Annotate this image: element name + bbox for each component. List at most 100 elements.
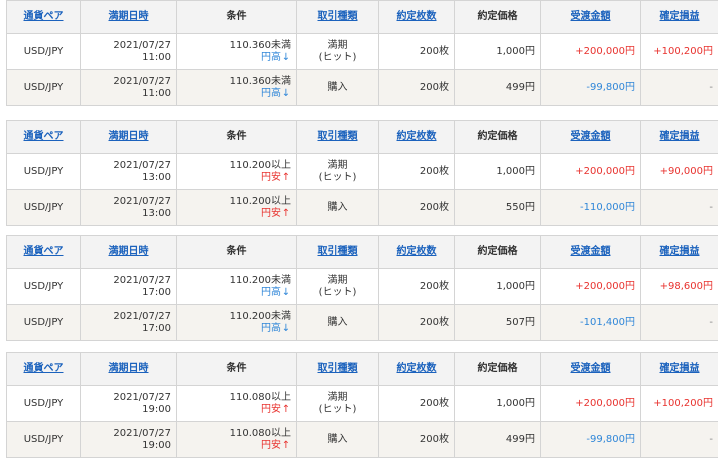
price: 1,000円: [454, 33, 541, 70]
header-profit-loss[interactable]: 確定損益: [640, 0, 718, 34]
header-quantity[interactable]: 約定枚数: [378, 120, 455, 154]
trade-table: 通貨ペア 満期日時 条件 取引種類 約定枚数 約定価格 受渡金額 確定損益 USD/JPY 202…: [6, 352, 718, 458]
condition-direction-label: 円安: [261, 439, 281, 451]
header-expiry-datetime[interactable]: 満期日時: [80, 120, 177, 154]
expiry-time: 13:00: [142, 207, 171, 219]
up-arrow-icon: ↑: [281, 403, 291, 415]
currency-pair: USD/JPY: [6, 153, 81, 190]
condition: 110.200未満 円高↓: [176, 268, 297, 305]
header-profit-loss[interactable]: 確定損益: [640, 352, 718, 386]
header-expiry-datetime[interactable]: 満期日時: [80, 0, 177, 34]
header-quantity[interactable]: 約定枚数: [378, 0, 455, 34]
settlement-amount: -101,400円: [540, 304, 641, 341]
header-quantity[interactable]: 約定枚数: [378, 235, 455, 269]
condition: 110.080以上 円安↑: [176, 421, 297, 458]
header-currency-pair[interactable]: 通貨ペア: [6, 352, 81, 386]
trade-type-line: 満期: [327, 274, 348, 286]
condition-direction: 円高↓: [182, 88, 291, 100]
trade-type-line: 購入: [327, 201, 348, 213]
header-trade-type[interactable]: 取引種類: [296, 0, 379, 34]
trade-block: 通貨ペア 満期日時 条件 取引種類 約定枚数 約定価格 受渡金額 確定損益 USD/JPY 202…: [6, 235, 718, 341]
down-arrow-icon: ↓: [281, 322, 291, 334]
down-arrow-icon: ↓: [281, 286, 291, 298]
trade-type: 購入: [296, 69, 379, 106]
price: 550円: [454, 189, 541, 226]
table-row: USD/JPY 2021/07/27 19:00 110.080以上 円安↑ 購入 200枚…: [6, 421, 718, 458]
currency-pair: USD/JPY: [6, 189, 81, 226]
profit-loss: +100,200円: [640, 385, 718, 422]
table-row: USD/JPY 2021/07/27 13:00 110.200以上 円安↑ 購入 200枚…: [6, 189, 718, 226]
header-row: 通貨ペア 満期日時 条件 取引種類 約定枚数 約定価格 受渡金額 確定損益: [6, 120, 718, 154]
condition-price: 110.200以上: [229, 195, 291, 207]
expiry-datetime: 2021/07/27 19:00: [80, 421, 177, 458]
header-expiry-datetime[interactable]: 満期日時: [80, 352, 177, 386]
expiry-date: 2021/07/27: [113, 427, 171, 439]
header-settlement-amount[interactable]: 受渡金額: [540, 0, 641, 34]
header-trade-type[interactable]: 取引種類: [296, 352, 379, 386]
condition: 110.360未満 円高↓: [176, 69, 297, 106]
expiry-datetime: 2021/07/27 11:00: [80, 69, 177, 106]
trade-block: 通貨ペア 満期日時 条件 取引種類 約定枚数 約定価格 受渡金額 確定損益 USD/JPY 202…: [6, 0, 718, 106]
expiry-date: 2021/07/27: [113, 195, 171, 207]
condition-direction: 円安↑: [182, 440, 291, 452]
expiry-datetime: 2021/07/27 13:00: [80, 189, 177, 226]
trade-type-line: 満期: [327, 391, 348, 403]
expiry-time: 11:00: [142, 87, 171, 99]
condition: 110.200以上 円安↑: [176, 189, 297, 226]
condition-direction-label: 円高: [261, 286, 281, 298]
condition-price: 110.360未満: [229, 75, 291, 87]
condition-direction: 円高↓: [182, 52, 291, 64]
header-profit-loss[interactable]: 確定損益: [640, 120, 718, 154]
price: 1,000円: [454, 385, 541, 422]
header-profit-loss[interactable]: 確定損益: [640, 235, 718, 269]
trade-type-line: 購入: [327, 433, 348, 445]
condition-direction: 円安↑: [182, 404, 291, 416]
header-settlement-amount[interactable]: 受渡金額: [540, 235, 641, 269]
header-row: 通貨ペア 満期日時 条件 取引種類 約定枚数 約定価格 受渡金額 確定損益: [6, 0, 718, 34]
trade-type: 満期 (ヒット): [296, 33, 379, 70]
trade-type-line: 満期: [327, 39, 348, 51]
table-row: USD/JPY 2021/07/27 11:00 110.360未満 円高↓ 満期 (ヒット…: [6, 33, 718, 70]
header-trade-type[interactable]: 取引種類: [296, 235, 379, 269]
header-settlement-amount[interactable]: 受渡金額: [540, 352, 641, 386]
header-price: 約定価格: [454, 235, 541, 269]
condition-direction-label: 円安: [261, 403, 281, 415]
condition: 110.200未満 円高↓: [176, 304, 297, 341]
header-price: 約定価格: [454, 0, 541, 34]
header-settlement-amount[interactable]: 受渡金額: [540, 120, 641, 154]
header-currency-pair[interactable]: 通貨ペア: [6, 0, 81, 34]
condition-direction: 円安↑: [182, 172, 291, 184]
settlement-amount: +200,000円: [540, 153, 641, 190]
trade-type-line: (ヒット): [318, 171, 357, 183]
expiry-time: 11:00: [142, 51, 171, 63]
profit-loss: -: [640, 69, 718, 106]
quantity: 200枚: [378, 153, 455, 190]
up-arrow-icon: ↑: [281, 207, 291, 219]
condition-direction-label: 円高: [261, 322, 281, 334]
header-trade-type[interactable]: 取引種類: [296, 120, 379, 154]
condition: 110.360未満 円高↓: [176, 33, 297, 70]
trade-type-line: (ヒット): [318, 286, 357, 298]
down-arrow-icon: ↓: [281, 87, 291, 99]
header-currency-pair[interactable]: 通貨ペア: [6, 235, 81, 269]
currency-pair: USD/JPY: [6, 69, 81, 106]
currency-pair: USD/JPY: [6, 304, 81, 341]
profit-loss: +100,200円: [640, 33, 718, 70]
trade-type-line: (ヒット): [318, 51, 357, 63]
header-expiry-datetime[interactable]: 満期日時: [80, 235, 177, 269]
expiry-datetime: 2021/07/27 11:00: [80, 33, 177, 70]
trade-table: 通貨ペア 満期日時 条件 取引種類 約定枚数 約定価格 受渡金額 確定損益 USD/JPY 202…: [6, 120, 718, 226]
price: 499円: [454, 421, 541, 458]
condition-direction-label: 円安: [261, 171, 281, 183]
header-quantity[interactable]: 約定枚数: [378, 352, 455, 386]
profit-loss: -: [640, 189, 718, 226]
condition-price: 110.360未満: [229, 39, 291, 51]
condition-direction-label: 円高: [261, 51, 281, 63]
trade-type: 満期 (ヒット): [296, 268, 379, 305]
profit-loss: +98,600円: [640, 268, 718, 305]
header-currency-pair[interactable]: 通貨ペア: [6, 120, 81, 154]
trade-type-line: 購入: [327, 81, 348, 93]
condition-direction: 円安↑: [182, 208, 291, 220]
header-row: 通貨ペア 満期日時 条件 取引種類 約定枚数 約定価格 受渡金額 確定損益: [6, 235, 718, 269]
currency-pair: USD/JPY: [6, 33, 81, 70]
